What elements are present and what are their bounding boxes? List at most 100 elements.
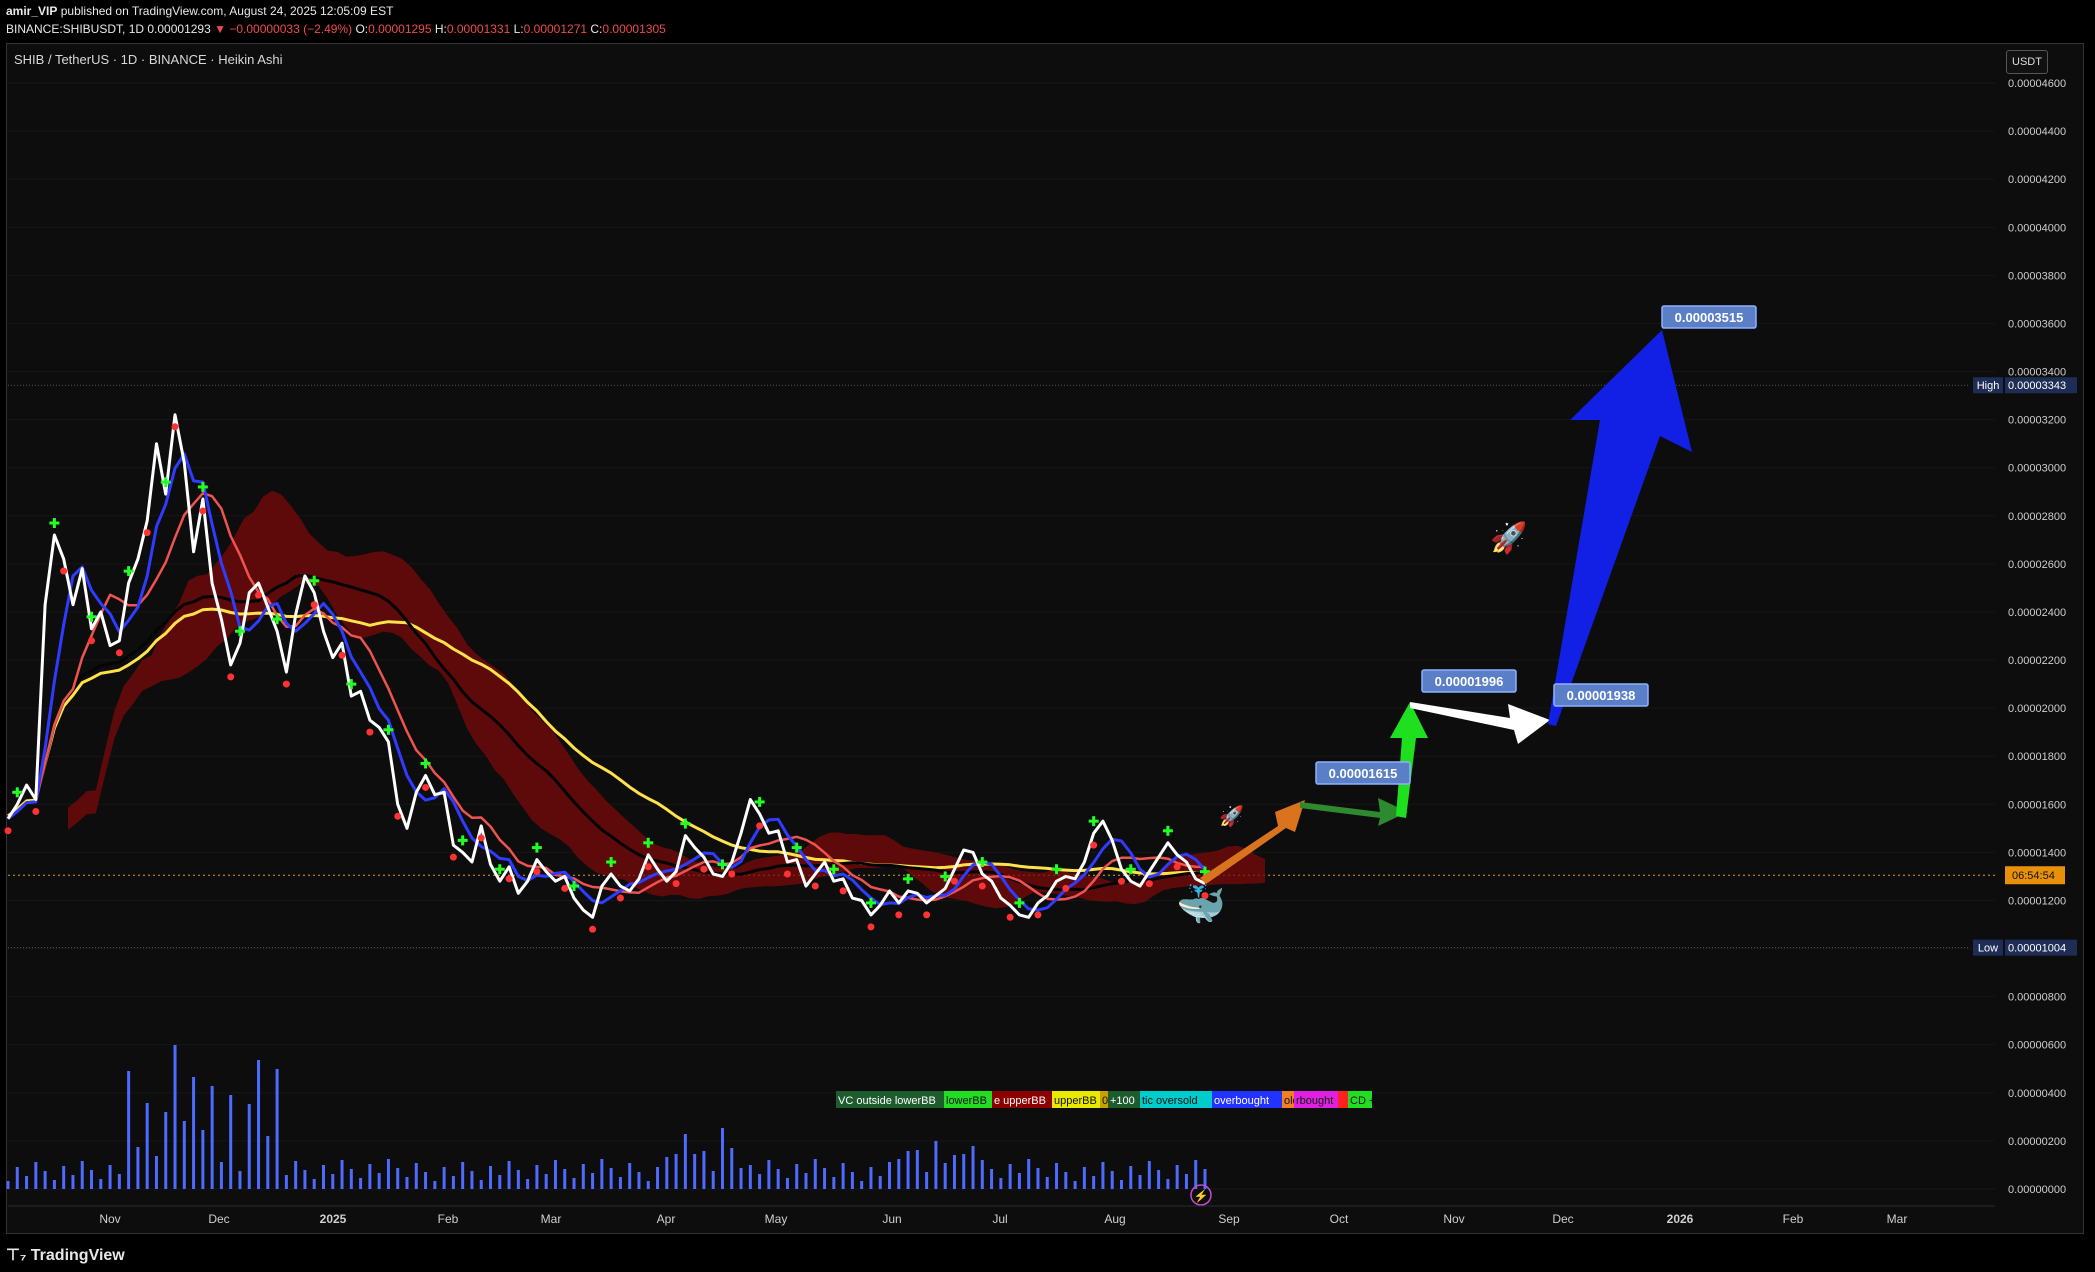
target-label: 0.00003515 [1675,310,1744,325]
time-axis[interactable]: Nov Dec 2025 Feb Mar Apr May Jun Jul Aug Sep Oct Nov… [8,1205,1995,1226]
volume-bar [1055,1163,1059,1189]
indicator-label: tic oversold [1142,1095,1198,1107]
volume-bar [386,1159,390,1189]
y-tick-label: 0.00002200 [2008,655,2066,667]
volume-bar [219,1162,223,1189]
volume-bar [674,1154,678,1189]
volume-bar [136,1147,140,1189]
volume-bar [43,1171,47,1189]
currency-button[interactable]: USDT [2006,50,2048,74]
extreme-value: 0.00003343 [2008,380,2066,392]
sell-dot-marker [923,911,931,919]
sell-dot-marker [88,637,96,645]
volume-bar [52,1180,56,1189]
sell-dot-marker [310,601,318,609]
sell-dot-marker [143,529,151,537]
x-tick-label: Jul [992,1212,1007,1226]
volume-bar [312,1179,316,1189]
price-chart[interactable]: 0.00001615 0.00001996 0.00001938 0.00003515… [0,0,2095,1272]
volume-bar [767,1160,771,1189]
volume-bar [62,1166,66,1189]
y-tick-label: 0.00002400 [2008,607,2066,619]
sell-dot-marker [477,834,485,842]
sell-dot-marker [728,870,736,878]
price-axis[interactable]: 0.00004600 0.00004400 0.00004200 0.00004000… [1973,78,2077,1196]
volume-bar [841,1163,845,1189]
volume-bar [15,1167,19,1189]
volume-bar [813,1159,817,1189]
volume-bar [201,1130,205,1189]
tradingview-logo[interactable]: ⊤₇ TradingView [6,1245,125,1265]
volume-bar [888,1162,892,1189]
lightning-glyph: ⚡ [1194,1189,1209,1203]
volume-bars [6,1045,1207,1189]
volume-bar [1036,1168,1040,1189]
sell-dot-marker [60,567,68,575]
volume-bar [405,1177,409,1189]
x-tick-label: Oct [1330,1212,1349,1226]
y-tick-label: 0.00000600 [2008,1040,2066,1052]
volume-bar [1064,1172,1068,1189]
volume-bar [897,1159,901,1189]
volume-bar [507,1161,511,1189]
volume-bar [850,1172,854,1189]
sell-dot-marker [839,887,847,895]
volume-bar [618,1177,622,1189]
volume-bar [359,1178,363,1189]
volume-bar [117,1174,121,1189]
volume-bar [563,1169,567,1189]
target-label: 0.00001615 [1329,766,1398,781]
volume-bar [730,1148,734,1189]
volume-bar [906,1151,910,1189]
volume-bar [943,1163,947,1189]
sell-dot-marker [394,812,402,820]
volume-bar [1027,1159,1031,1189]
sell-dot-marker [561,884,569,892]
volume-bar [238,1171,242,1189]
volume-bar [498,1175,502,1189]
x-tick-label: May [765,1212,788,1226]
arrow-green-flat [1300,798,1408,826]
sell-dot-marker [199,507,207,515]
volume-bar [349,1169,353,1189]
volume-bar [154,1156,158,1189]
volume-bar [71,1175,75,1189]
volume-bar [377,1173,381,1189]
y-tick-label: 0.00003200 [2008,415,2066,427]
cloud-band [68,490,1265,909]
y-tick-label: 0.00003400 [2008,367,2066,379]
sell-dot-marker [616,894,624,902]
volume-bar [257,1060,261,1189]
y-tick-label: 0.00000800 [2008,992,2066,1004]
volume-bar [785,1178,789,1189]
volume-bar [461,1162,465,1189]
x-tick-label: Feb [438,1212,459,1226]
volume-bar [702,1151,706,1189]
sell-dot-marker [1117,877,1125,885]
indicator-chip [1338,1091,1348,1108]
buy-cross-marker [197,481,208,492]
indicator-label: 0 [1102,1095,1108,1107]
volume-bar [971,1146,975,1189]
sell-dot-marker [4,827,12,835]
volume-bar [572,1178,576,1189]
x-tick-label: Jun [882,1212,901,1226]
x-tick-label: Nov [1443,1212,1464,1226]
sell-dot-marker [171,423,179,431]
volume-bar [823,1168,827,1189]
volume-bar [284,1175,288,1189]
chart-title: SHIB / TetherUS · 1D · BINANCE · Heikin … [14,52,283,67]
volume-bar [331,1174,335,1189]
volume-bar [489,1166,493,1189]
volume-bar [127,1071,131,1189]
volume-bar [591,1173,595,1189]
volume-bar [1101,1162,1105,1189]
y-tick-label: 0.00000200 [2008,1136,2066,1148]
x-tick-label: Aug [1104,1212,1125,1226]
volume-bar [247,1104,251,1189]
volume-bar [990,1169,994,1189]
volume-bar [925,1172,929,1189]
indicator-label: e upperBB [994,1095,1046,1107]
volume-bar [962,1154,966,1189]
y-tick-label: 0.00004600 [2008,78,2066,90]
